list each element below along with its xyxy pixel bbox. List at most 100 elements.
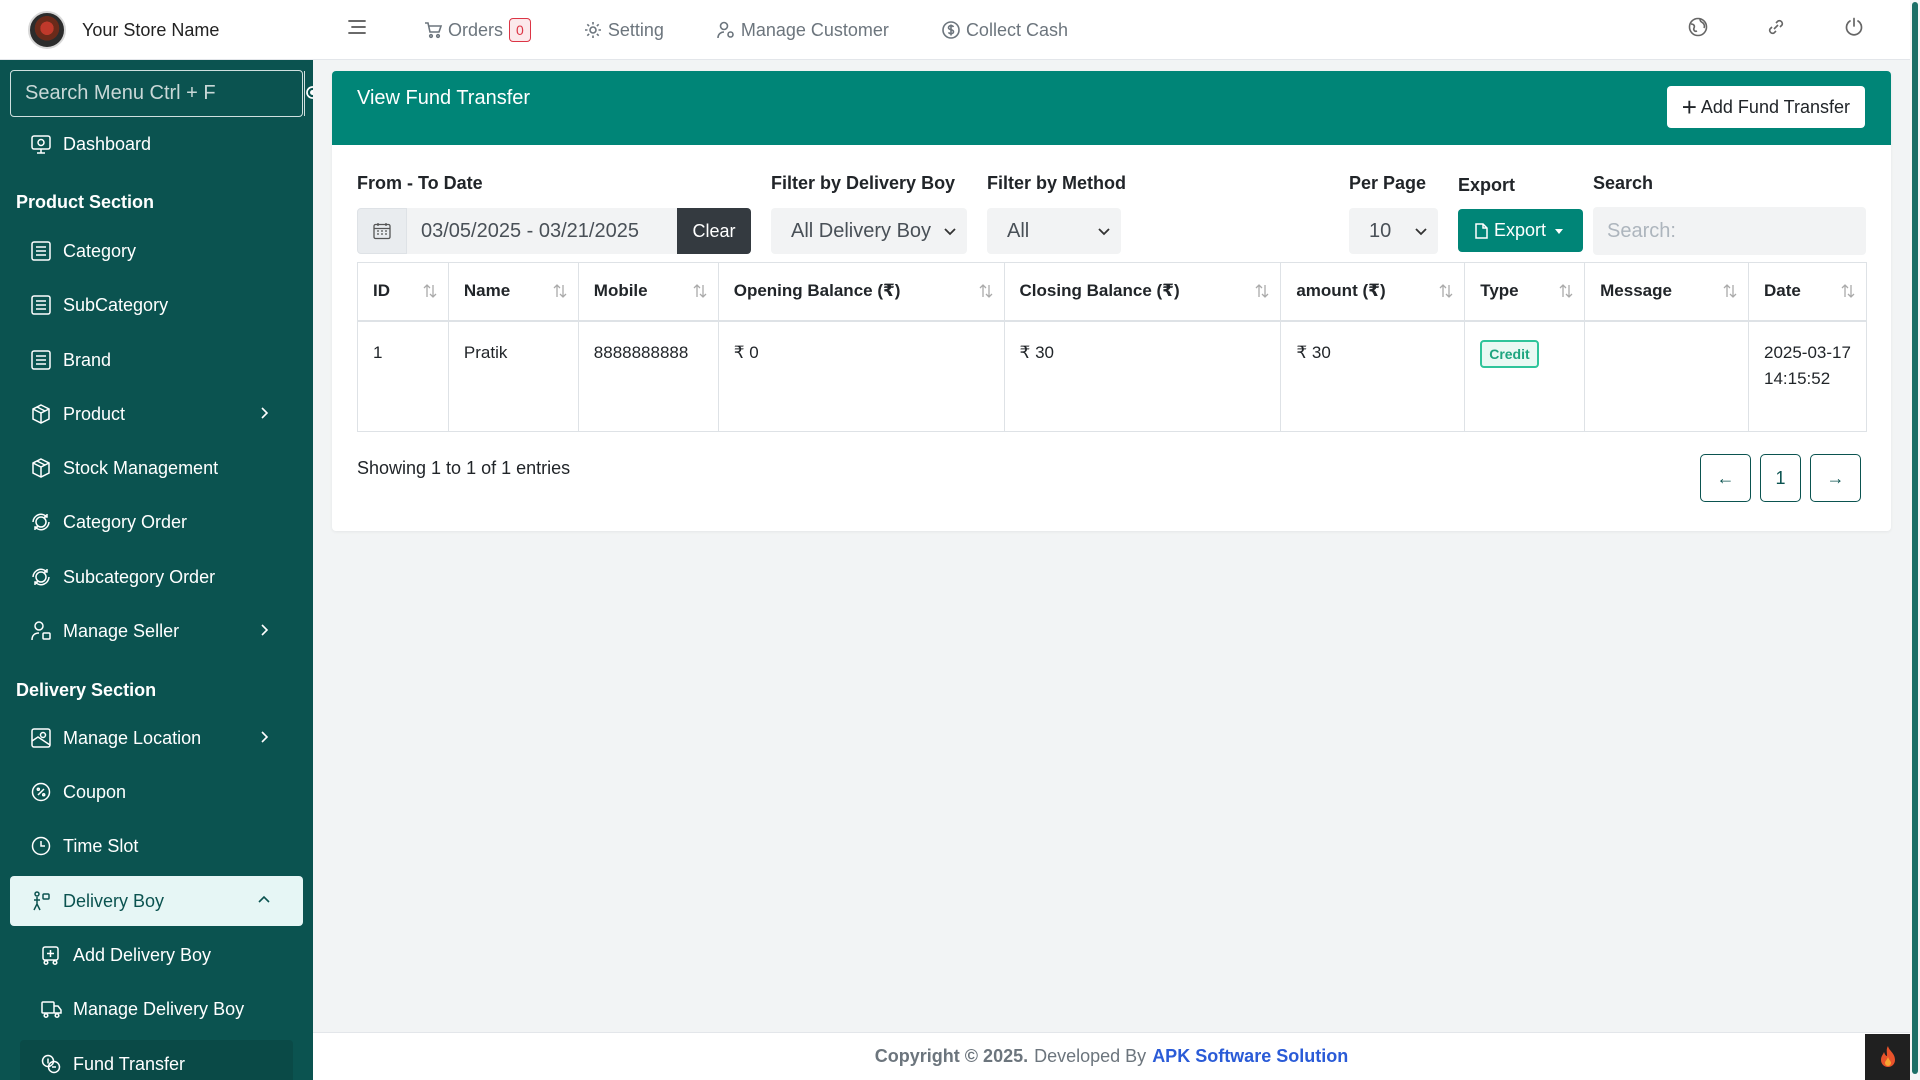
cell-mobile: 8888888888: [577, 320, 719, 432]
column-header-amount[interactable]: amount (₹): [1280, 262, 1466, 322]
list-icon: [30, 349, 54, 371]
sidebar-label-manage-delivery-boy: Manage Delivery Boy: [73, 998, 245, 1019]
developer-link[interactable]: APK Software Solution: [1152, 1046, 1348, 1067]
pagination-prev-button[interactable]: ←: [1700, 454, 1751, 502]
collect-cash-link[interactable]: Collect Cash: [941, 20, 1068, 41]
pagination-page-1[interactable]: 1: [1760, 454, 1801, 502]
sidebar-item-manage-seller[interactable]: Manage Seller: [10, 606, 303, 656]
credit-badge: Credit: [1480, 339, 1539, 368]
sidebar-label-time-slot: Time Slot: [63, 835, 139, 856]
sidebar-item-stock-management[interactable]: Stock Management: [10, 443, 303, 493]
cell-amount: ₹ 30: [1280, 320, 1466, 432]
sidebar-label-subcategory: SubCategory: [63, 294, 169, 315]
manage-customer-link[interactable]: Manage Customer: [716, 20, 889, 41]
search-icon[interactable]: [304, 71, 313, 116]
fire-icon[interactable]: [1865, 1034, 1910, 1080]
setting-label: Setting: [607, 19, 664, 40]
sidebar-label-category: Category: [63, 240, 137, 261]
method-select[interactable]: All: [987, 208, 1121, 254]
column-header-opening-balance[interactable]: Opening Balance (₹): [717, 262, 1005, 322]
table-search-input[interactable]: [1593, 207, 1866, 255]
cell-id: 1: [357, 320, 449, 432]
column-header-message[interactable]: Message: [1584, 262, 1749, 322]
cell-date: 2025-03-17 14:15:52: [1747, 320, 1868, 432]
add-vehicle-icon: [40, 944, 64, 966]
sidebar-item-coupon[interactable]: Coupon: [10, 767, 303, 817]
calendar-icon[interactable]: [357, 208, 407, 254]
sidebar-label-subcategory-order: Subcategory Order: [63, 566, 216, 587]
sidebar-item-manage-delivery-boy[interactable]: Manage Delivery Boy: [20, 985, 293, 1033]
sidebar-label-category-order: Category Order: [63, 511, 188, 532]
method-filter-label: Filter by Method: [987, 173, 1126, 193]
money-transfer-icon: [40, 1053, 64, 1075]
sidebar-label-manage-seller: Manage Seller: [63, 620, 180, 641]
column-header-type[interactable]: Type: [1464, 262, 1586, 322]
export-button-label: Export: [1494, 220, 1547, 240]
sidebar-item-time-slot[interactable]: Time Slot: [10, 821, 303, 871]
delivery-boy-select[interactable]: All Delivery Boy: [771, 208, 967, 254]
box-icon: [30, 403, 54, 425]
per-page-select[interactable]: 10: [1349, 208, 1438, 254]
menu-toggle-icon[interactable]: [346, 16, 368, 38]
chevron-right-icon: [257, 623, 271, 637]
globe-icon[interactable]: [1687, 16, 1709, 38]
menu-search-input[interactable]: [11, 71, 304, 116]
power-icon[interactable]: [1843, 16, 1865, 38]
chevron-down-icon: [943, 224, 957, 238]
top-nav: Orders 0 Setting Manage Customer Collect…: [423, 0, 1120, 60]
user-settings-icon: [716, 20, 736, 40]
sidebar-item-dashboard[interactable]: Dashboard: [10, 119, 303, 169]
sidebar: Dashboard Product Section Category SubCa…: [0, 60, 313, 1080]
export-button[interactable]: Export: [1458, 209, 1583, 252]
sidebar-item-subcategory-order[interactable]: Subcategory Order: [10, 552, 303, 602]
sidebar-item-manage-location[interactable]: Manage Location: [10, 713, 303, 763]
sidebar-item-delivery-boy[interactable]: Delivery Boy: [10, 876, 303, 926]
column-header-closing-balance[interactable]: Closing Balance (₹): [1003, 262, 1282, 322]
sort-icon: [692, 283, 708, 299]
pagination-next-button[interactable]: →: [1810, 454, 1861, 502]
caret-down-icon: [1554, 226, 1564, 236]
top-right-actions: [1631, 16, 1865, 38]
column-header-name[interactable]: Name: [447, 262, 579, 322]
list-icon: [30, 294, 54, 316]
add-fund-transfer-button[interactable]: + Add Fund Transfer: [1666, 86, 1865, 128]
sidebar-item-add-delivery-boy[interactable]: Add Delivery Boy: [20, 931, 293, 979]
clock-icon: [30, 835, 54, 857]
link-icon[interactable]: [1765, 16, 1787, 38]
orders-link[interactable]: Orders 0: [423, 18, 531, 42]
sort-icon: [552, 283, 568, 299]
sidebar-item-product[interactable]: Product: [10, 389, 303, 439]
sidebar-item-subcategory[interactable]: SubCategory: [10, 280, 303, 330]
sort-icon: [978, 283, 994, 299]
clear-date-button[interactable]: Clear: [677, 208, 751, 254]
sidebar-item-category[interactable]: Category: [10, 226, 303, 276]
developed-by-text: Developed By: [1034, 1046, 1147, 1066]
sort-icon: [1438, 283, 1454, 299]
export-label: Export: [1458, 175, 1516, 195]
date-range-group: 03/05/2025 - 03/21/2025 Clear: [357, 208, 751, 254]
scrollbar-thumb[interactable]: [1912, 2, 1918, 1074]
collect-cash-label: Collect Cash: [965, 19, 1068, 40]
sort-icon: [1254, 283, 1270, 299]
column-header-date[interactable]: Date: [1747, 262, 1868, 322]
order-cycle-icon: [30, 566, 54, 588]
cell-message: [1584, 320, 1749, 432]
sidebar-label-brand: Brand: [63, 349, 112, 370]
box-icon: [30, 457, 54, 479]
table-header-row: ID Name Mobile Opening Balance (₹) Closi…: [357, 262, 1868, 322]
sidebar-label-product: Product: [63, 403, 126, 424]
column-header-id[interactable]: ID: [357, 262, 449, 322]
file-icon: [1472, 222, 1490, 240]
sidebar-label-manage-location: Manage Location: [63, 727, 202, 748]
chevron-down-icon: [1414, 224, 1428, 238]
sidebar-item-fund-transfer[interactable]: Fund Transfer: [20, 1040, 293, 1080]
map-icon: [30, 727, 54, 749]
setting-link[interactable]: Setting: [583, 20, 664, 41]
sidebar-item-category-order[interactable]: Category Order: [10, 497, 303, 547]
menu-search: [10, 70, 313, 117]
search-label: Search: [1593, 173, 1654, 193]
column-header-mobile[interactable]: Mobile: [577, 262, 719, 322]
sidebar-item-brand[interactable]: Brand: [10, 335, 303, 385]
date-range-input[interactable]: 03/05/2025 - 03/21/2025: [407, 208, 677, 254]
brand[interactable]: Your Store Name: [0, 0, 313, 60]
